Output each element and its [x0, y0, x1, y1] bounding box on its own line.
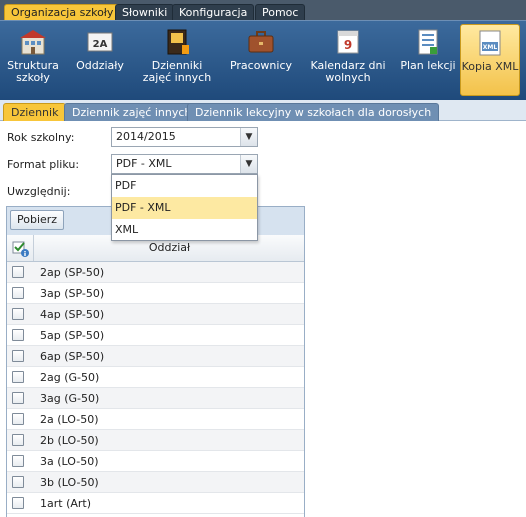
tab-slowniki[interactable]: Słowniki — [115, 4, 175, 20]
ribbon-oddzialy[interactable]: 2A Oddziały — [69, 24, 131, 96]
class-name-cell: 2ap (SP-50) — [40, 266, 105, 279]
chevron-down-icon[interactable]: ▼ — [240, 128, 257, 146]
class-grid: Oddział 2ap (SP-50) 3ap (SP-50) 4ap (SP-50… — [7, 235, 304, 517]
row-checkbox[interactable] — [12, 350, 24, 362]
ribbon-kopia-xml[interactable]: XML Kopia XML — [460, 24, 520, 96]
school-structure-icon — [20, 30, 46, 55]
row-checkbox[interactable] — [12, 497, 24, 509]
class-name-cell: 2a (LO-50) — [40, 413, 99, 426]
class-name-cell: 2b (LO-50) — [40, 434, 99, 447]
ribbon-label: Dzienniki zajęć innych — [142, 59, 212, 84]
fetch-button[interactable]: Pobierz — [10, 210, 65, 230]
subtab-dziennik-zajec-innych[interactable]: Dziennik zajęć innych — [64, 103, 200, 121]
file-format-dropdown: PDF PDF - XML XML — [111, 174, 258, 241]
xml-copy-icon: XML — [479, 30, 501, 56]
school-year-value: 2014/2015 — [116, 130, 176, 143]
ribbon-label: Oddziały — [76, 59, 124, 72]
journal-icon — [167, 29, 189, 55]
ribbon-dzienniki-zajec-innych[interactable]: Dzienniki zajęć innych — [140, 24, 214, 96]
class-2a-icon: 2A — [87, 32, 113, 52]
include-label: Uwzględnij: — [7, 185, 71, 198]
ribbon-plan-lekcji[interactable]: Plan lekcji — [397, 24, 459, 96]
ribbon-toolbar: Struktura szkoły 2A Oddziały Dzienniki z… — [0, 20, 526, 100]
ribbon-label: Kalendarz dni wolnych — [310, 59, 386, 84]
format-option-pdf-xml[interactable]: PDF - XML — [112, 197, 257, 219]
ribbon-label: Kopia XML — [461, 60, 519, 73]
ribbon-pracownicy[interactable]: Pracownicy — [228, 24, 294, 96]
ribbon-kalendarz-dni-wolnych[interactable]: 9 Kalendarz dni wolnych — [305, 24, 391, 96]
svg-text:XML: XML — [483, 44, 498, 51]
svg-text:9: 9 — [344, 38, 352, 52]
subtab-dziennik-lekcyjny-dorosli[interactable]: Dziennik lekcyjny w szkołach dla dorosły… — [187, 103, 440, 121]
top-tab-bar: Organizacja szkoły Słowniki Konfiguracja… — [0, 0, 526, 20]
row-checkbox[interactable] — [12, 329, 24, 341]
class-name-cell: 5ap (SP-50) — [40, 329, 105, 342]
ribbon-label: Plan lekcji — [400, 59, 456, 72]
table-row[interactable]: 3ap (SP-50) — [7, 283, 304, 304]
tab-pomoc[interactable]: Pomoc — [255, 4, 306, 20]
class-name-cell: 3ag (G-50) — [40, 392, 100, 405]
row-checkbox[interactable] — [12, 392, 24, 404]
row-checkbox[interactable] — [12, 287, 24, 299]
table-row[interactable]: 4ap (SP-50) — [7, 304, 304, 325]
table-row[interactable]: 1art (Art) — [7, 493, 304, 514]
tab-konfiguracja[interactable]: Konfiguracja — [172, 4, 255, 20]
lesson-plan-icon — [418, 29, 438, 55]
class-name-cell: 3a (LO-50) — [40, 455, 99, 468]
sub-tab-bar: Dziennik Dziennik zajęć innych Dziennik … — [0, 100, 526, 121]
row-checkbox[interactable] — [12, 434, 24, 446]
table-row[interactable]: 2ag (G-50) — [7, 367, 304, 388]
row-checkbox[interactable] — [12, 371, 24, 383]
class-grid-panel: Pobierz Oddział 2ap (SP-50) 3ap (SP-50) 4a… — [6, 206, 305, 517]
format-option-xml[interactable]: XML — [112, 219, 257, 241]
class-name-cell: 4ap (SP-50) — [40, 308, 105, 321]
class-name-cell: 3b (LO-50) — [40, 476, 99, 489]
row-checkbox[interactable] — [12, 413, 24, 425]
subtab-dziennik[interactable]: Dziennik — [3, 103, 67, 121]
file-format-label: Format pliku: — [7, 158, 80, 171]
table-row[interactable]: 2a (LO-50) — [7, 409, 304, 430]
school-year-label: Rok szkolny: — [7, 131, 75, 144]
calendar-icon: 9 — [337, 30, 359, 54]
table-row[interactable]: 2ap (SP-50) — [7, 262, 304, 283]
file-format-value: PDF - XML — [116, 157, 172, 170]
ribbon-struktura-szkoly[interactable]: Struktura szkoły — [2, 24, 64, 96]
row-checkbox[interactable] — [12, 308, 24, 320]
table-row[interactable]: 3a (LO-50) — [7, 451, 304, 472]
table-row[interactable]: 6ap (SP-50) — [7, 346, 304, 367]
grid-body: 2ap (SP-50) 3ap (SP-50) 4ap (SP-50) 5ap (SP… — [7, 262, 304, 514]
school-year-select[interactable]: 2014/2015 ▼ — [111, 127, 258, 147]
chevron-down-icon[interactable]: ▼ — [240, 155, 257, 173]
tab-organizacja-szkoly[interactable]: Organizacja szkoły — [4, 4, 121, 20]
class-name-cell: 2ag (G-50) — [40, 371, 100, 384]
ribbon-label: Pracownicy — [229, 59, 293, 72]
table-row[interactable]: 3ag (G-50) — [7, 388, 304, 409]
row-checkbox[interactable] — [12, 455, 24, 467]
svg-text:2A: 2A — [93, 39, 108, 50]
ribbon-label: Struktura szkoły — [7, 59, 59, 84]
class-name-cell: 1art (Art) — [40, 497, 92, 510]
file-format-select[interactable]: PDF - XML ▼ — [111, 154, 258, 174]
table-row[interactable]: 3b (LO-50) — [7, 472, 304, 493]
class-name-cell: 3ap (SP-50) — [40, 287, 105, 300]
select-all-cell[interactable] — [7, 235, 34, 261]
row-checkbox[interactable] — [12, 476, 24, 488]
check-all-icon[interactable] — [12, 240, 30, 258]
table-row[interactable]: 5ap (SP-50) — [7, 325, 304, 346]
briefcase-icon — [248, 31, 274, 53]
class-name-cell: 6ap (SP-50) — [40, 350, 105, 363]
format-option-pdf[interactable]: PDF — [112, 175, 257, 197]
row-checkbox[interactable] — [12, 266, 24, 278]
table-row[interactable]: 2b (LO-50) — [7, 430, 304, 451]
